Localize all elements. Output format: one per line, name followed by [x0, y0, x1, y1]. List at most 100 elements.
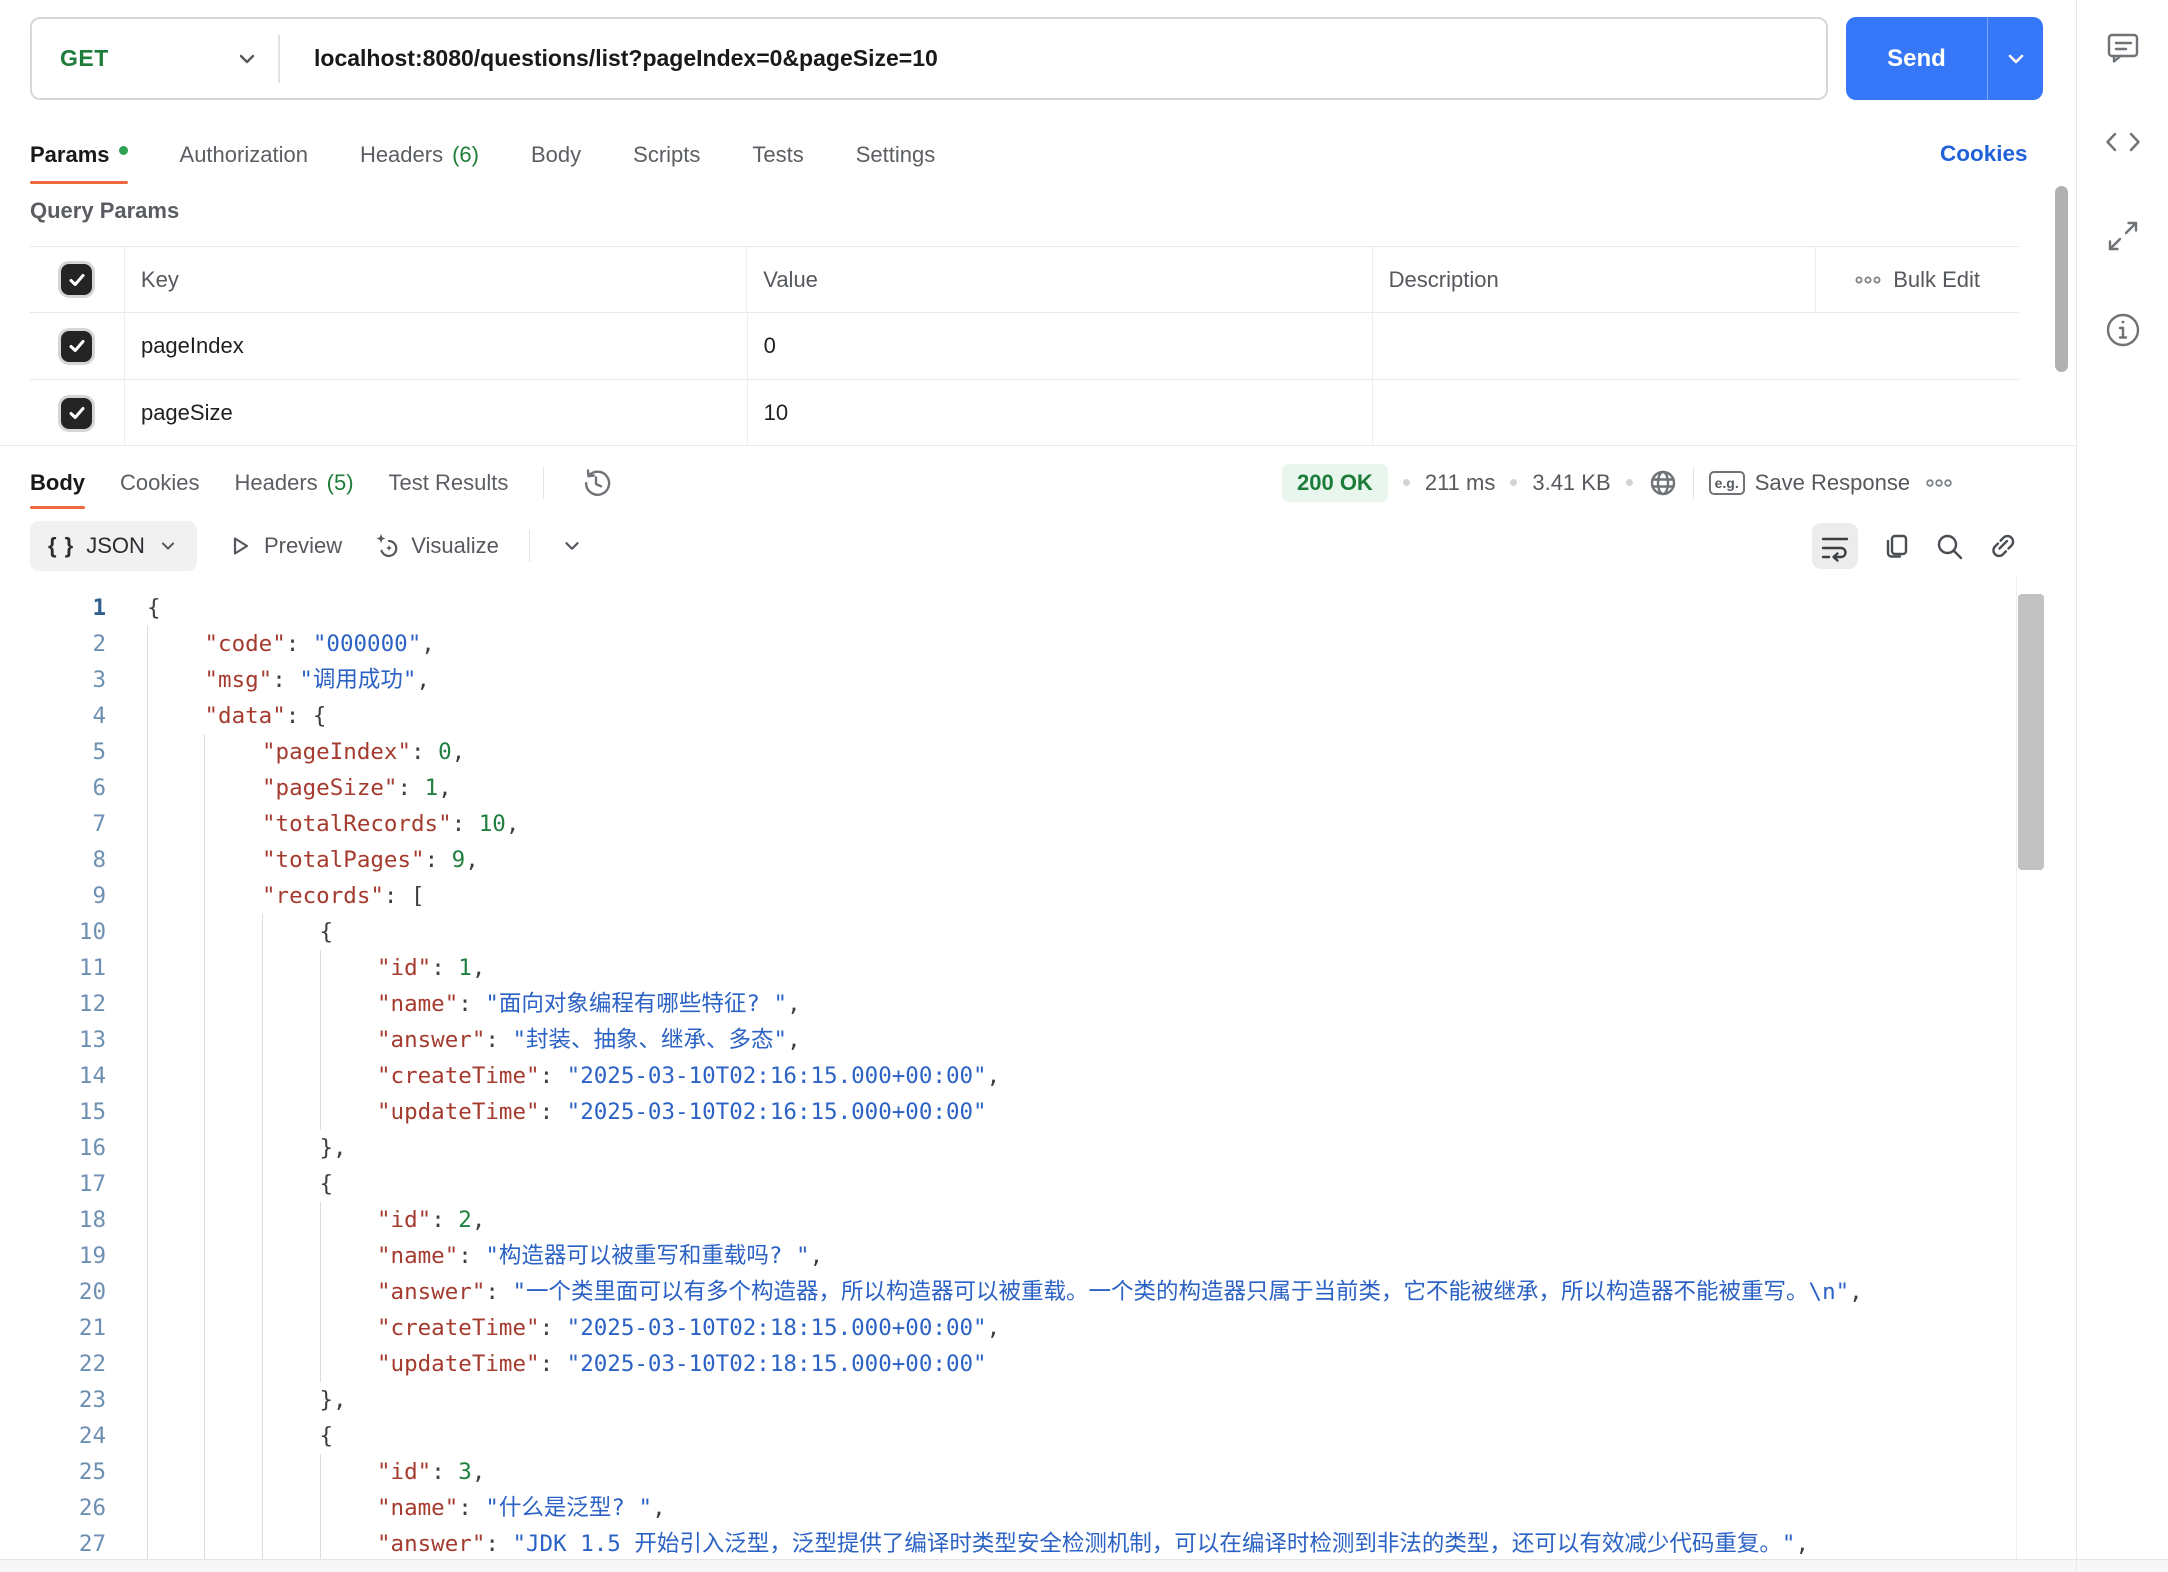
indent-guide — [320, 1202, 321, 1382]
cookies-link[interactable]: Cookies — [1940, 141, 2028, 167]
line-number: 17 — [0, 1166, 106, 1202]
code-snippet-button[interactable] — [2101, 120, 2145, 164]
format-select[interactable]: { } JSON — [30, 521, 197, 571]
param-value-cell[interactable]: 0 — [748, 313, 1374, 379]
line-number: 19 — [0, 1238, 106, 1274]
send-options-chevron-icon[interactable] — [1988, 17, 2043, 100]
table-header-row: Key Value Description Bulk Edit — [30, 247, 2019, 313]
visualize-label: Visualize — [411, 533, 499, 559]
code-snippet-icon — [2101, 120, 2145, 164]
expand-button[interactable] — [2101, 214, 2145, 258]
link-icon — [1987, 531, 2017, 561]
param-description-cell[interactable] — [1373, 380, 2019, 446]
code-text: "name": "构造器可以被重写和重载吗? ", — [147, 1238, 823, 1274]
response-tab-body[interactable]: Body — [30, 456, 85, 509]
comment-button[interactable] — [2101, 26, 2145, 70]
network-globe-icon[interactable] — [1648, 468, 1678, 498]
param-row-pageIndex: pageIndex0 — [30, 313, 2019, 380]
code-line: 12"name": "面向对象编程有哪些特征? ", — [0, 986, 2014, 1022]
code-line: 3"msg": "调用成功", — [0, 662, 2014, 698]
method-select[interactable]: GET — [32, 19, 278, 98]
line-number: 11 — [0, 950, 106, 986]
response-tab-cookies[interactable]: Cookies — [120, 456, 199, 509]
send-button[interactable]: Send — [1846, 17, 2043, 100]
more-options-icon[interactable] — [1925, 478, 1953, 488]
more-dots-icon — [1855, 275, 1881, 285]
send-button-label: Send — [1846, 17, 1987, 100]
search-button[interactable] — [1934, 531, 1964, 561]
response-body-json[interactable]: 1{2"code": "000000",3"msg": "调用成功",4"dat… — [0, 578, 2014, 1559]
code-text: "msg": "调用成功", — [147, 662, 430, 698]
line-number: 23 — [0, 1382, 106, 1418]
code-text: "pageIndex": 0, — [147, 734, 465, 770]
param-value-cell[interactable]: 10 — [748, 380, 1374, 446]
history-button[interactable] — [579, 466, 613, 500]
indent-guide — [262, 914, 263, 1559]
select-all-checkbox[interactable] — [61, 264, 92, 295]
line-number: 6 — [0, 770, 106, 806]
code-line: 7"totalRecords": 10, — [0, 806, 2014, 842]
wrap-text-button[interactable] — [1812, 523, 1858, 569]
code-line: 10{ — [0, 914, 2014, 950]
response-tab-test-results[interactable]: Test Results — [389, 456, 509, 509]
preview-button[interactable]: Preview — [227, 533, 342, 559]
tab-params[interactable]: Params — [30, 126, 128, 184]
response-scrollbar[interactable] — [2018, 594, 2044, 870]
param-checkbox[interactable] — [61, 331, 92, 362]
code-line: 22"updateTime": "2025-03-10T02:18:15.000… — [0, 1346, 2014, 1382]
tab-authorization[interactable]: Authorization — [180, 126, 308, 184]
line-number: 26 — [0, 1490, 106, 1526]
params-scrollbar[interactable] — [2055, 186, 2068, 372]
tab-label: Tests — [752, 142, 803, 168]
code-text: "updateTime": "2025-03-10T02:18:15.000+0… — [147, 1346, 987, 1382]
copy-icon — [1881, 531, 1911, 561]
code-line: 9"records": [ — [0, 878, 2014, 914]
wrap-text-icon — [1818, 529, 1852, 563]
save-response-button[interactable]: e.g. Save Response — [1709, 470, 1910, 496]
param-description-cell[interactable] — [1373, 313, 2019, 379]
tab-body[interactable]: Body — [531, 126, 581, 184]
tab-settings[interactable]: Settings — [856, 126, 936, 184]
code-text: "id": 2, — [147, 1202, 485, 1238]
code-text: "code": "000000", — [147, 626, 435, 662]
param-key-cell[interactable]: pageSize — [125, 380, 748, 446]
format-label: JSON — [86, 533, 145, 559]
braces-icon: { } — [48, 533, 74, 559]
chevron-down-icon[interactable] — [560, 534, 584, 558]
code-line: 11 "id": 1, — [0, 950, 2014, 986]
code-text: }, — [147, 1130, 347, 1166]
response-size: 3.41 KB — [1532, 470, 1610, 496]
param-key-cell[interactable]: pageIndex — [125, 313, 748, 379]
divider — [529, 530, 530, 562]
param-checkbox[interactable] — [61, 398, 92, 429]
info-button[interactable] — [2101, 308, 2145, 352]
tab-label: Settings — [856, 142, 936, 168]
status-badge: 200 OK — [1282, 464, 1388, 502]
code-line: 24{ — [0, 1418, 2014, 1454]
line-number: 14 — [0, 1058, 106, 1094]
code-text: "createTime": "2025-03-10T02:16:15.000+0… — [147, 1058, 1000, 1094]
line-number: 12 — [0, 986, 106, 1022]
code-line: 23}, — [0, 1382, 2014, 1418]
tab-tests[interactable]: Tests — [752, 126, 803, 184]
expand-icon — [2101, 214, 2145, 258]
code-text: { — [147, 590, 161, 626]
code-line: 16}, — [0, 1130, 2014, 1166]
bulk-edit-button[interactable]: Bulk Edit — [1815, 247, 2019, 312]
code-text: "records": [ — [147, 878, 425, 914]
link-button[interactable] — [1987, 531, 2017, 561]
visualize-button[interactable]: Visualize — [372, 532, 499, 560]
tab-headers[interactable]: Headers(6) — [360, 126, 479, 184]
code-line: 14 "createTime": "2025-03-10T02:16:15.000… — [0, 1058, 2014, 1094]
column-header-description: Description — [1373, 247, 1816, 312]
response-tab-headers[interactable]: Headers(5) — [234, 456, 353, 509]
code-line: 8"totalPages": 9, — [0, 842, 2014, 878]
line-number: 8 — [0, 842, 106, 878]
copy-button[interactable] — [1881, 531, 1911, 561]
param-row-pageSize: pageSize10 — [30, 380, 2019, 446]
tab-scripts[interactable]: Scripts — [633, 126, 700, 184]
status-strip — [0, 1560, 2168, 1572]
tab-label: Headers — [234, 470, 317, 496]
code-text: "id": 1, — [147, 950, 485, 986]
url-input[interactable]: localhost:8080/questions/list?pageIndex=… — [280, 45, 938, 72]
